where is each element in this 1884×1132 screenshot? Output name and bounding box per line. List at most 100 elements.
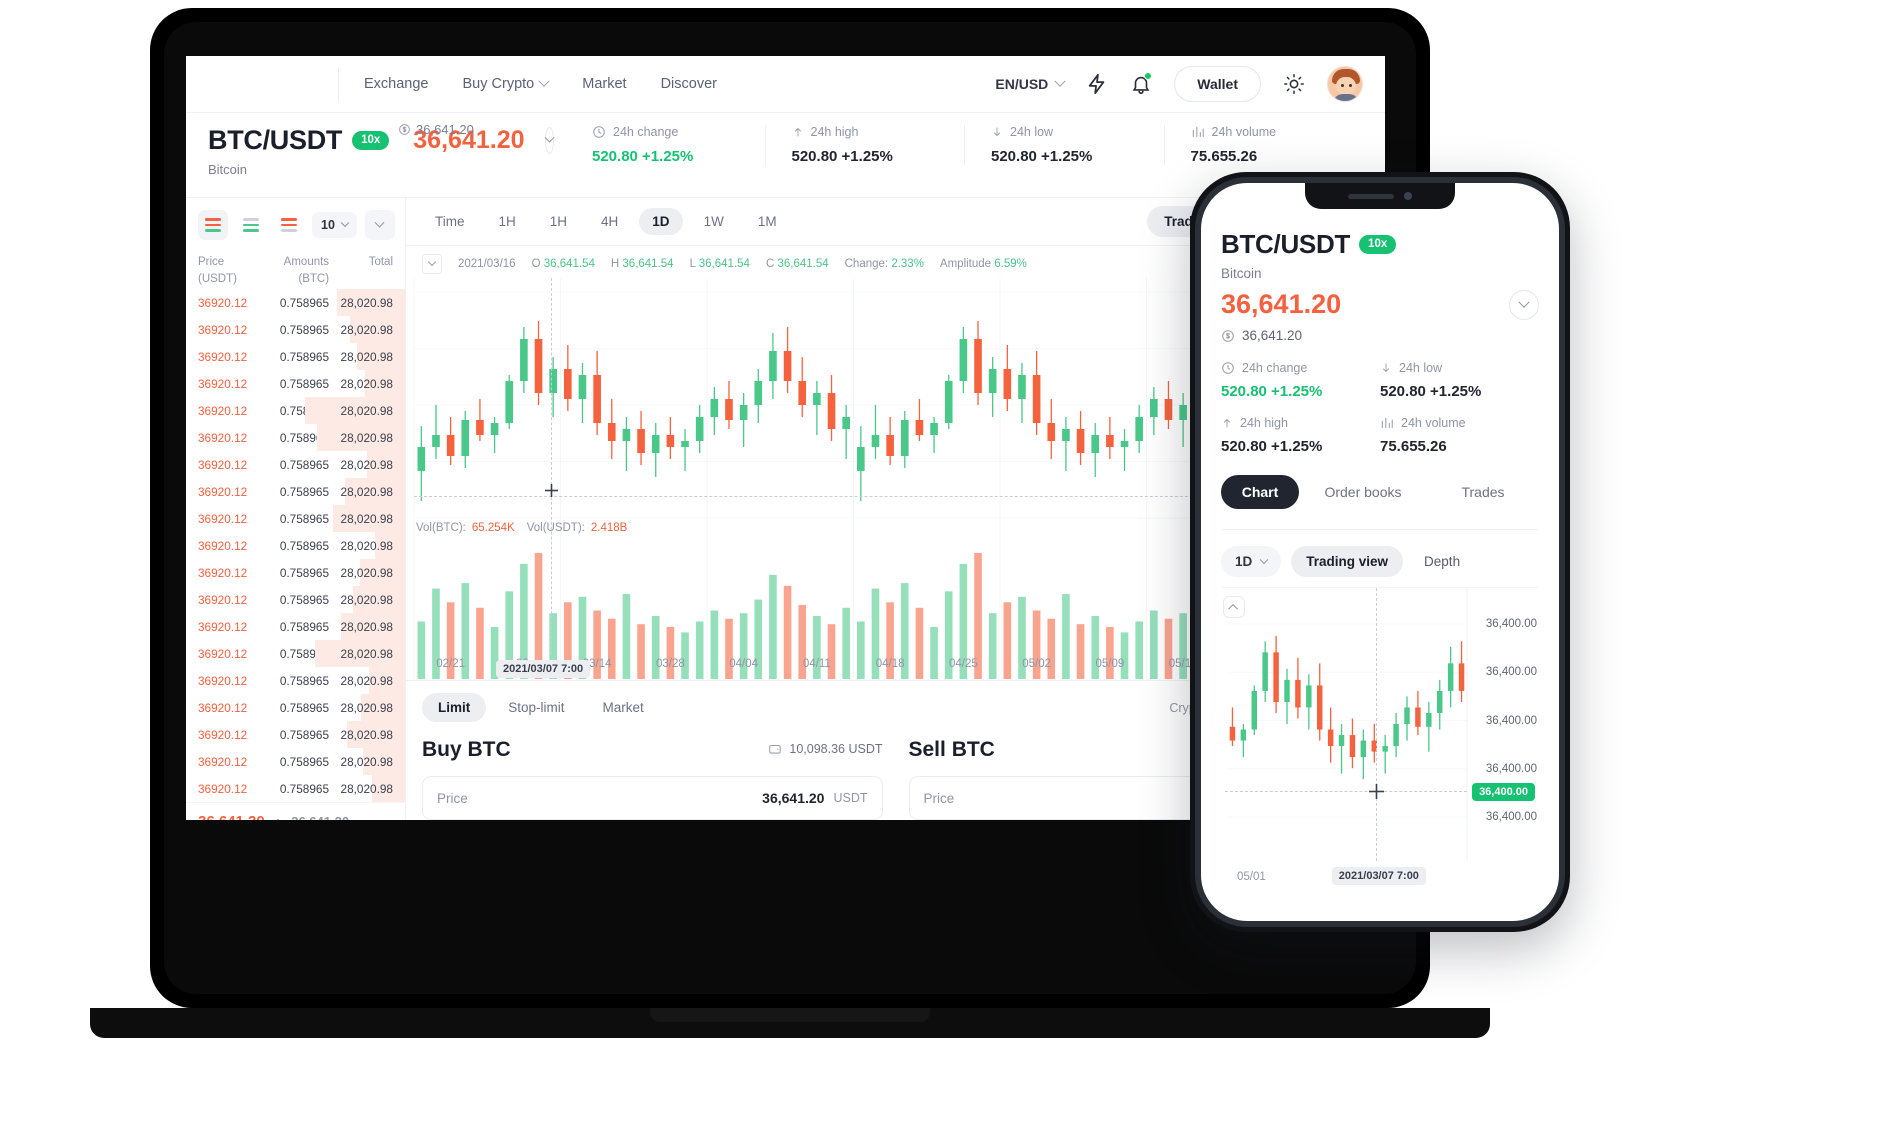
row-price: 36920.12 [198,511,248,526]
interval-tabs: Time 1H 1H 4H 1D 1W 1M [422,208,790,235]
table-row[interactable]: 36920.12 0.758965 28,020.98 [186,424,405,452]
arrow-up-icon [1224,419,1230,428]
table-row[interactable]: 36920.12 0.758965 28,020.98 [186,613,405,641]
interval-tab-4h[interactable]: 4H [588,208,631,235]
nav-link-label: Market [582,76,627,92]
sun-icon[interactable] [1283,73,1305,95]
vol-usdt-value: 2.418B [590,522,628,534]
interval-tab-1h[interactable]: 1H [537,208,580,235]
phone-app: BTC/USDT 10x Bitcoin 36,641.20 36,641.20… [1201,183,1559,887]
phone-tab-chart[interactable]: Chart [1221,475,1299,509]
order-book-toolbar: 10 [186,198,405,250]
table-row[interactable]: 36920.12 0.758965 28,020.98 [186,289,405,317]
nav-link-exchange[interactable]: Exchange [364,76,429,92]
table-row[interactable]: 36920.12 0.758965 28,020.98 [186,694,405,722]
row-total: 28,020.98 [340,781,393,796]
avatar[interactable] [1327,66,1363,102]
language-selector[interactable]: EN/USD [995,75,1066,92]
table-row[interactable]: 36920.12 0.758965 28,020.98 [186,316,405,344]
chevron-down-icon [1260,555,1269,564]
row-total: 28,020.98 [340,457,393,472]
table-row[interactable]: 36920.12 0.758965 28,020.98 [186,505,405,533]
interval-tab-1m[interactable]: 1M [745,208,790,235]
depth-precision-select[interactable]: 10 [312,212,357,238]
phone-index-price-row: 36,641.20 [1221,328,1539,343]
ohlc-collapse-button[interactable] [422,254,442,274]
phone-notch [1305,183,1455,209]
dollar-circle-icon [1222,329,1234,342]
phone-speaker [1348,193,1394,199]
table-row[interactable]: 36920.12 0.758965 28,020.98 [186,451,405,479]
nav-link-discover[interactable]: Discover [661,76,717,92]
book-view-asks-button[interactable] [274,210,304,240]
phone-tab-order-books[interactable]: Order books [1307,475,1419,509]
arrow-down-icon [994,127,1000,136]
wallet-button[interactable]: Wallet [1174,66,1261,102]
order-tab-limit[interactable]: Limit [422,693,487,722]
x-axis-tick: 05/02 [1022,658,1052,670]
nav-link-buy-crypto[interactable]: Buy Crypto [463,75,550,92]
table-row[interactable]: 36920.12 0.758965 28,020.98 [186,397,405,425]
crosshair-icon [545,484,558,497]
phone-current-price-badge: 36,400.00 [1472,783,1535,801]
stat-label-text: 24h high [810,125,859,139]
crosshair-vertical [551,278,552,654]
phone-view-pills: Trading view Depth [1291,546,1475,577]
pair-dropdown-button[interactable] [544,127,554,154]
row-price: 36920.12 [198,376,248,391]
amounts-header-unit: (BTC) [298,272,330,285]
stat-label-text: 24h change [613,125,679,139]
order-tab-market[interactable]: Market [587,693,660,722]
table-row[interactable]: 36920.12 0.758965 28,020.98 [186,559,405,587]
phone-chart-collapse-button[interactable] [1223,596,1245,618]
crosshair-marker [545,484,558,497]
interval-tab-1h[interactable]: 1H [486,208,529,235]
table-row[interactable]: 36920.12 0.758965 28,020.98 [186,586,405,614]
table-row[interactable]: 36920.12 0.758965 28,020.98 [186,748,405,776]
language-label: EN/USD [995,76,1049,92]
row-total: 28,020.98 [340,403,393,418]
book-view-bids-button[interactable] [236,210,266,240]
stat-value: 520.80 +1.25% [592,148,694,165]
leverage-badge: 10x [352,131,390,150]
table-row[interactable]: 36920.12 0.758965 28,020.98 [186,640,405,668]
phone-view-depth[interactable]: Depth [1409,546,1475,577]
book-options-button[interactable] [364,210,395,240]
phone-tabs: Chart Order books Trades [1221,475,1539,509]
row-total: 28,020.98 [340,538,393,553]
bolt-icon[interactable] [1086,72,1108,96]
table-row[interactable]: 36920.12 0.758965 28,020.98 [186,775,405,803]
amounts-header-label: Amounts [283,256,330,268]
phone-interval-select[interactable]: 1D [1221,546,1282,577]
row-amount: 0.758965 [279,538,330,553]
ohlc-amplitude-value: 6.59% [994,258,1027,270]
interval-tab-time[interactable]: Time [422,208,478,235]
row-total: 28,020.98 [340,511,393,526]
phone-stat-label-text: 24h change [1242,361,1308,375]
order-book-header: Price (USDT) Amounts (BTC) Total [186,250,405,289]
phone-tab-trades[interactable]: Trades [1427,475,1539,509]
phone-price-axis-tick: 36,400.00 [1485,666,1537,679]
table-row[interactable]: 36920.12 0.758965 28,020.98 [186,478,405,506]
x-axis-tick: 02/21 [436,658,465,670]
book-view-both-button[interactable] [198,210,228,240]
stat-value: 520.80 +1.25% [791,148,893,165]
table-row[interactable]: 36920.12 0.758965 28,020.98 [186,343,405,371]
table-row[interactable]: 36920.12 0.758965 28,020.98 [186,532,405,560]
table-row[interactable]: 36920.12 0.758965 28,020.98 [186,370,405,398]
notification-bell[interactable] [1130,72,1153,95]
coin-name: Bitcoin [208,162,248,177]
row-price: 36920.12 [198,646,248,661]
interval-tab-1w[interactable]: 1W [691,208,737,235]
nav-link-market[interactable]: Market [582,76,626,92]
order-tab-stop-limit[interactable]: Stop-limit [492,693,580,722]
interval-tab-1d[interactable]: 1D [639,208,683,235]
nav-link-label: Exchange [364,76,429,92]
phone-chart-toolbar: 1D Trading view Depth [1221,529,1539,577]
table-row[interactable]: 36920.12 0.758965 28,020.98 [186,667,405,695]
phone-view-trading-view[interactable]: Trading view [1291,546,1404,577]
phone-candlestick-chart[interactable]: 36,400.00 36,400.00 36,400.00 36,400.00 36,4… [1221,587,1539,887]
buy-price-field[interactable]: Price 36,641.20 USDT [422,776,883,820]
phone-pair-dropdown-button[interactable] [1509,289,1539,320]
table-row[interactable]: 36920.12 0.758965 28,020.98 [186,721,405,749]
